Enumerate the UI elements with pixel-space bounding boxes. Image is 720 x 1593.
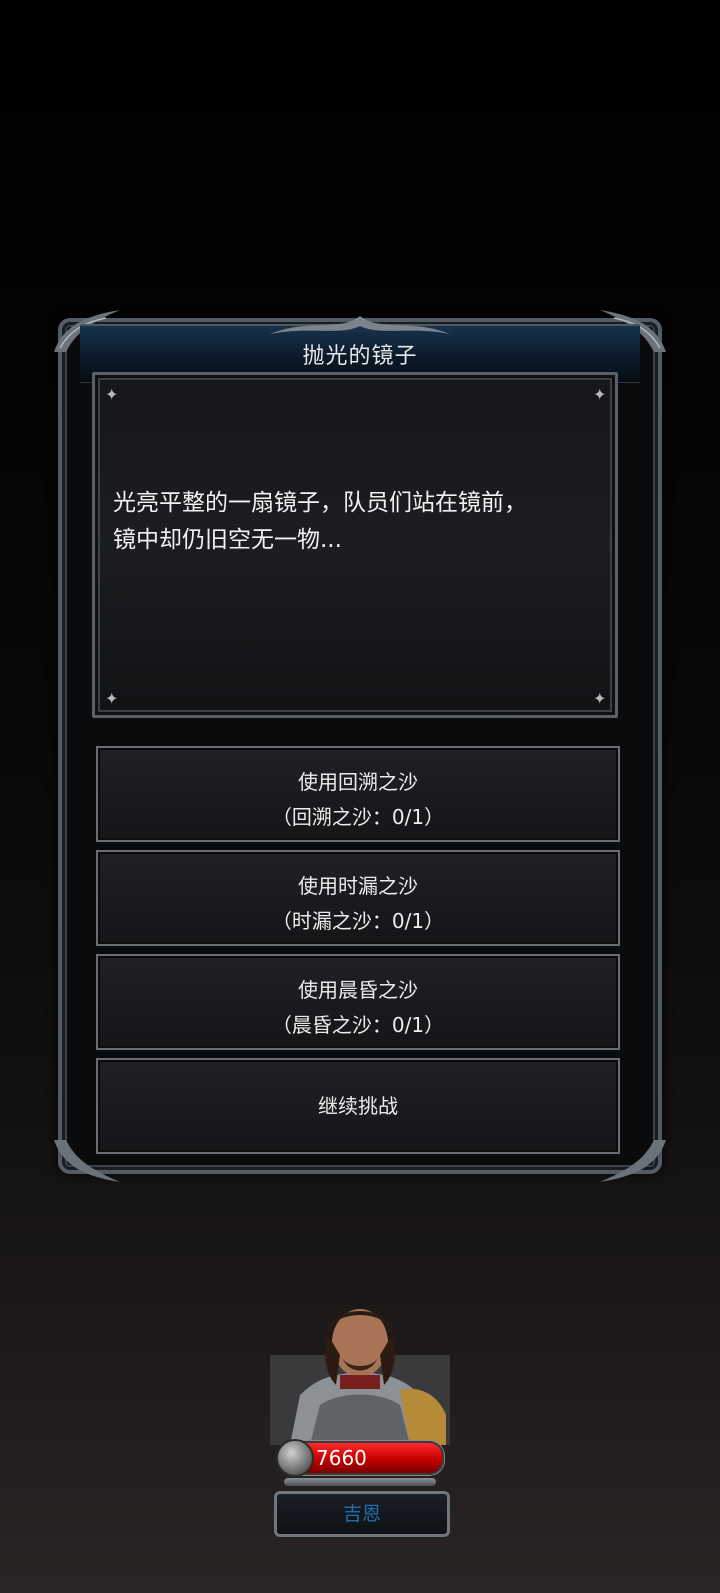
option-label: 使用时漏之沙	[298, 874, 418, 898]
sparkle-icon: ✦	[593, 689, 607, 708]
hp-value: 7660	[316, 1446, 367, 1470]
sparkle-icon: ✦	[105, 385, 119, 404]
use-hourglass-sand-button[interactable]: 使用时漏之沙 （时漏之沙：0/1）	[96, 850, 620, 946]
sparkle-icon: ✦	[593, 385, 607, 404]
hero-name-plate: 吉恩	[274, 1491, 450, 1537]
hero-name: 吉恩	[342, 1503, 381, 1525]
use-twilight-sand-button[interactable]: 使用晨昏之沙 （晨昏之沙：0/1）	[96, 954, 620, 1050]
hp-bar: 7660	[276, 1439, 444, 1477]
continue-challenge-button[interactable]: 继续挑战	[96, 1058, 620, 1154]
description-text: 光亮平整的一扇镜子，队员们站在镜前， 镜中却仍旧空无一物...	[113, 485, 603, 559]
shield-icon	[276, 1439, 314, 1477]
option-label: 继续挑战	[318, 1094, 398, 1118]
option-detail: （晨昏之沙：0/1）	[271, 1013, 445, 1037]
dialog-title: 抛光的镜子	[302, 344, 418, 369]
option-label: 使用晨昏之沙	[298, 978, 418, 1002]
description-box: ✦ ✦ ✦ ✦ 光亮平整的一扇镜子，队员们站在镜前， 镜中却仍旧空无一物...	[92, 372, 618, 718]
description-line: 光亮平整的一扇镜子，队员们站在镜前，	[113, 490, 527, 516]
sparkle-icon: ✦	[105, 689, 119, 708]
option-label: 使用回溯之沙	[298, 770, 418, 794]
hero-portrait	[270, 1295, 450, 1445]
hero-card[interactable]: 7660 吉恩	[270, 1295, 450, 1537]
use-rewind-sand-button[interactable]: 使用回溯之沙 （回溯之沙：0/1）	[96, 746, 620, 842]
option-detail: （回溯之沙：0/1）	[271, 805, 445, 829]
option-detail: （时漏之沙：0/1）	[271, 909, 445, 933]
title-ornament-icon	[270, 314, 450, 338]
description-line: 镜中却仍旧空无一物...	[113, 527, 342, 553]
event-dialog: 抛光的镜子 ✦ ✦ ✦ ✦ 光亮平整的一扇镜子，队员们站在镜前， 镜中却仍旧空无…	[54, 310, 666, 1182]
energy-bar	[284, 1478, 436, 1486]
